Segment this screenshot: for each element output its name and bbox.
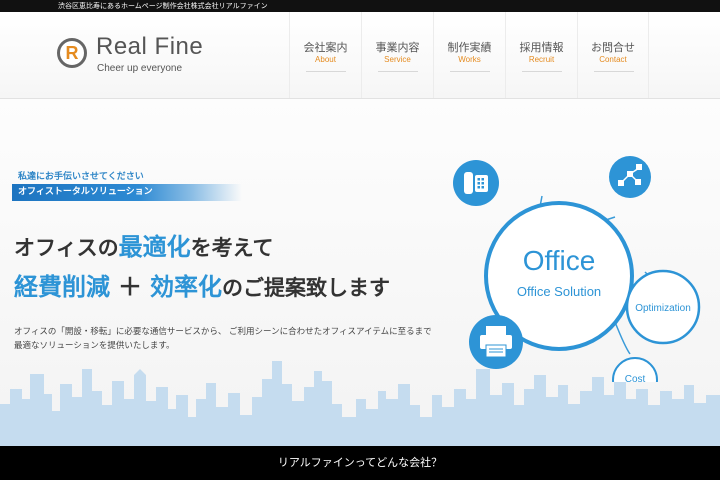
nav-item-about[interactable]: 会社案内 About bbox=[289, 12, 361, 98]
nav-underline bbox=[306, 71, 346, 72]
nav-label-jp: 採用情報 bbox=[519, 41, 564, 54]
hero-heading-prefix: オフィスの bbox=[14, 236, 119, 260]
hero-heading-accent: 最適化 bbox=[118, 233, 191, 261]
nav-label-en: Contact bbox=[599, 55, 627, 64]
hero-ribbon: オフィストータルソリューション bbox=[12, 184, 242, 201]
logo-tagline: Cheer up everyone bbox=[97, 63, 183, 74]
nav-label-en: Works bbox=[458, 55, 481, 64]
hero-ribbon-text: オフィストータルソリューション bbox=[18, 187, 153, 197]
connector-line bbox=[614, 321, 631, 355]
hero-heading-plus: ＋ bbox=[118, 273, 142, 301]
hero-heading-line1: オフィスの最適化を考えて bbox=[14, 227, 274, 262]
hero-heading-part1: 経費削減 bbox=[14, 273, 110, 301]
about-company-link[interactable]: リアルファインってどんな会社？ bbox=[278, 456, 442, 469]
top-bar-text: 渋谷区恵比寿にあるホームページ制作会社株式会社リアルファイン bbox=[58, 2, 268, 10]
nav-label-jp: 制作実績 bbox=[447, 41, 492, 54]
about-company-bar[interactable]: リアルファインってどんな会社？ bbox=[0, 446, 720, 480]
cost-label: Cost bbox=[625, 374, 646, 382]
nav-underline bbox=[594, 71, 634, 72]
nav-item-contact[interactable]: お問合せ Contact bbox=[577, 12, 649, 98]
network-icon bbox=[609, 156, 651, 198]
nav-label-en: Service bbox=[384, 55, 411, 64]
fax-icon bbox=[469, 315, 523, 369]
hero-heading-part2: 効率化 bbox=[150, 273, 222, 301]
hero-heading-line2: 経費削減 ＋ 効率化のご提案致します bbox=[14, 267, 390, 302]
center-title: Office bbox=[523, 245, 596, 276]
nav-underline bbox=[522, 71, 562, 72]
hero-description-line1: オフィスの「開設・移転」に必要な通信サービスから、 ご利用シーンに合わせたオフィ… bbox=[14, 327, 432, 337]
nav-item-recruit[interactable]: 採用情報 Recruit bbox=[505, 12, 577, 98]
nav-label-jp: 会社案内 bbox=[303, 41, 348, 54]
nav-label-en: Recruit bbox=[528, 55, 555, 64]
logo-mark-icon: R bbox=[57, 38, 87, 68]
logo[interactable]: R Real Fine Cheer up everyone bbox=[57, 33, 207, 86]
hero-subtitle: 私達にお手伝いさせてください bbox=[18, 172, 144, 182]
top-bar: 渋谷区恵比寿にあるホームページ制作会社株式会社リアルファイン bbox=[0, 0, 720, 12]
phone-icon bbox=[453, 160, 499, 206]
nav-label-jp: お問合せ bbox=[591, 41, 635, 54]
office-solution-diagram: Office Office Solution Optimization Cost bbox=[453, 156, 701, 382]
hero-section: 私達にお手伝いさせてください オフィストータルソリューション オフィスの最適化を… bbox=[0, 99, 720, 446]
nav-item-works[interactable]: 制作実績 Works bbox=[433, 12, 505, 98]
nav-label-en: About bbox=[315, 55, 336, 64]
nav-item-service[interactable]: 事業内容 Service bbox=[361, 12, 433, 98]
optimization-label: Optimization bbox=[635, 303, 691, 314]
hero-description-line2: 最適なソリューションを提供いたします。 bbox=[14, 341, 175, 351]
logo-name: Real Fine bbox=[96, 33, 204, 60]
hero-heading-suffix: を考えて bbox=[190, 236, 274, 260]
nav-underline bbox=[378, 71, 418, 72]
main-nav: 会社案内 About 事業内容 Service 制作実績 Works 採用情報 … bbox=[289, 12, 649, 98]
hero-heading-line2-suffix: のご提案致します bbox=[222, 276, 390, 300]
center-subtitle: Office Solution bbox=[517, 284, 601, 299]
nav-label-jp: 事業内容 bbox=[375, 41, 420, 54]
nav-underline bbox=[450, 71, 490, 72]
